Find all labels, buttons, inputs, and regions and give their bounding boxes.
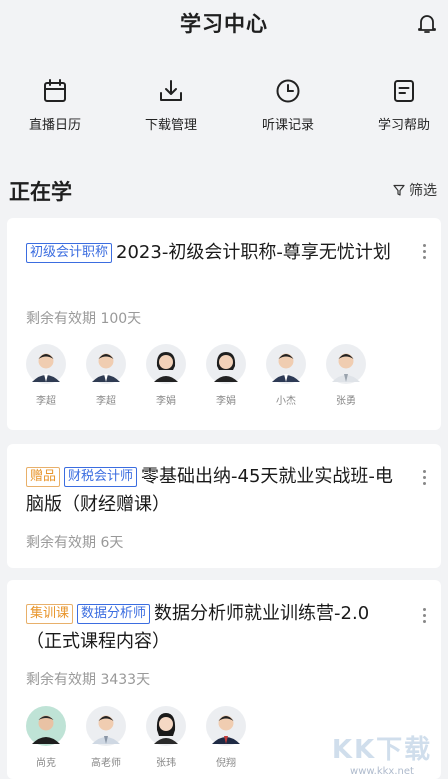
teacher-name: 李娟 (156, 396, 176, 407)
filter-icon (393, 184, 405, 196)
course-validity: 剩余有效期 6天 (26, 535, 124, 551)
clock-icon (276, 79, 300, 103)
watermark-logo-text: KK下载 (331, 735, 433, 765)
document-icon (394, 80, 414, 102)
teacher-avatar (146, 706, 186, 746)
teacher-item[interactable]: 张玮 (136, 706, 196, 769)
teacher-item[interactable]: 李娟 (196, 344, 256, 407)
course-title: 2023-初级会计职称-尊享无忧计划 (116, 242, 391, 263)
teacher-name: 张玮 (156, 758, 176, 769)
course-tag: 财税会计师 (64, 467, 138, 487)
section-title: 正在学 (9, 180, 72, 204)
watermark-url: www.kkx.net (350, 766, 414, 777)
course-tag: 赠品 (26, 467, 61, 487)
more-options-icon[interactable] (421, 608, 427, 626)
quick-action-label: 学习帮助 (377, 118, 430, 133)
quick-action-label: 下载管理 (144, 118, 197, 133)
quick-action-download-manager[interactable]: 下载管理 (126, 78, 216, 133)
teacher-avatar (86, 706, 126, 746)
teacher-avatar (86, 344, 126, 384)
course-title-line: 赠品 财税会计师 零基础出纳-45天就业实战班-电脑版（财经赠课） (26, 463, 395, 519)
filter-button[interactable]: 筛选 (393, 180, 437, 200)
teacher-item[interactable]: 高老师 (76, 706, 136, 769)
course-tag: 集训课 (26, 604, 74, 624)
teacher-name: 张勇 (336, 396, 356, 407)
teacher-avatar (26, 344, 66, 384)
teacher-name: 李娟 (216, 396, 236, 407)
quick-action-study-help[interactable]: 学习帮助 (359, 78, 448, 133)
teacher-avatar (26, 706, 66, 746)
course-card[interactable]: 赠品 财税会计师 零基础出纳-45天就业实战班-电脑版（财经赠课） 剩余有效期 6天 (7, 444, 441, 568)
teacher-item[interactable]: 李娟 (136, 344, 196, 407)
teacher-item[interactable]: 小杰 (256, 344, 316, 407)
download-icon (160, 80, 182, 101)
teacher-name: 高老师 (91, 758, 121, 769)
teacher-item[interactable]: 倪翔 (196, 706, 256, 769)
teacher-avatar (146, 344, 186, 384)
teacher-item[interactable]: 李超 (16, 344, 76, 407)
teacher-item[interactable]: 尚克 (16, 706, 76, 769)
quick-action-live-calendar[interactable]: 直播日历 (10, 78, 100, 133)
quick-actions: 直播日历 下载管理 听课记录 学习帮助 (0, 78, 448, 142)
filter-label: 筛选 (409, 183, 437, 199)
calendar-icon (44, 79, 66, 102)
course-validity: 剩余有效期 100天 (26, 311, 142, 327)
teacher-item[interactable]: 张勇 (316, 344, 376, 407)
quick-action-label: 直播日历 (28, 118, 81, 133)
course-title-line: 集训课 数据分析师 数据分析师就业训练营-2.0（正式课程内容） (26, 600, 395, 656)
teacher-avatar (266, 344, 306, 384)
teacher-name: 李超 (36, 396, 56, 407)
quick-action-listening-history[interactable]: 听课记录 (243, 78, 333, 133)
course-card[interactable]: 初级会计职称 2023-初级会计职称-尊享无忧计划 剩余有效期 100天 李超 李… (7, 218, 441, 430)
teacher-item[interactable]: 李超 (76, 344, 136, 407)
course-tag: 初级会计职称 (26, 243, 113, 263)
course-tag: 数据分析师 (77, 604, 151, 624)
top-bar: 学习中心 (0, 0, 448, 48)
teacher-avatar (326, 344, 366, 384)
quick-action-label: 听课记录 (261, 118, 314, 133)
teacher-name: 尚克 (36, 758, 56, 769)
page-title: 学习中心 (180, 12, 268, 36)
course-title-line: 初级会计职称 2023-初级会计职称-尊享无忧计划 (26, 239, 395, 267)
more-options-icon[interactable] (421, 470, 427, 488)
course-validity: 剩余有效期 3433天 (26, 672, 151, 688)
teacher-name: 李超 (96, 396, 116, 407)
watermark: KK下载 www.kkx.net (322, 729, 442, 777)
more-options-icon[interactable] (421, 244, 427, 262)
teacher-avatar (206, 344, 246, 384)
teacher-name: 倪翔 (216, 758, 236, 769)
teacher-name: 小杰 (276, 396, 296, 407)
bell-icon[interactable] (416, 12, 438, 36)
teacher-avatar (206, 706, 246, 746)
